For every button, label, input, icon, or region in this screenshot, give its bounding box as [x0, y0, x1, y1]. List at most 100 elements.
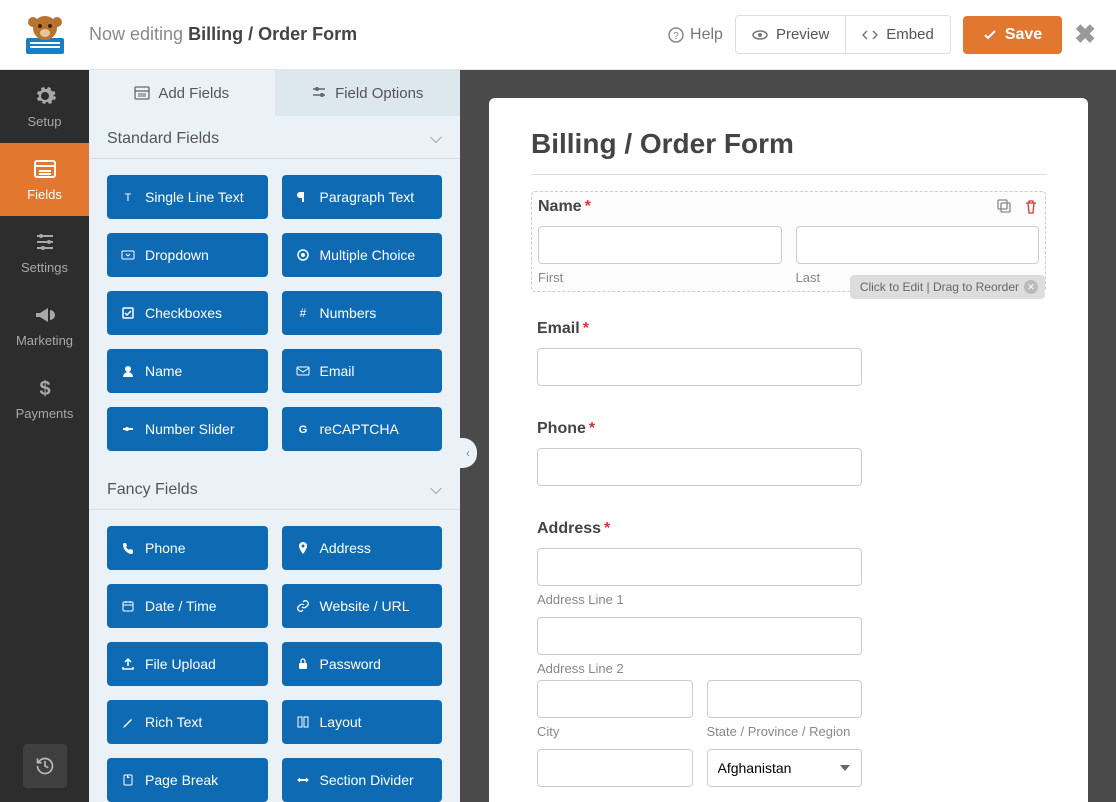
- sidenav-payments[interactable]: $ Payments: [0, 362, 89, 435]
- field-type-page-break[interactable]: Page Break: [107, 758, 268, 802]
- divider: [531, 174, 1046, 175]
- numbers-icon: #: [296, 306, 310, 320]
- city-sublabel: City: [537, 724, 693, 739]
- tab-add-fields[interactable]: Add Fields: [89, 70, 275, 116]
- layout-icon: [296, 715, 310, 729]
- sidenav-settings[interactable]: Settings: [0, 216, 89, 289]
- field-type-date-time[interactable]: Date / Time: [107, 584, 268, 628]
- field-phone-label: Phone*: [537, 420, 1040, 438]
- check-icon: [983, 28, 997, 42]
- field-type-dropdown[interactable]: Dropdown: [107, 233, 268, 277]
- field-email-label: Email*: [537, 320, 1040, 338]
- save-button[interactable]: Save: [963, 16, 1062, 54]
- sidenav-marketing[interactable]: Marketing: [0, 289, 89, 362]
- options-icon: [311, 85, 327, 101]
- edit-hint[interactable]: Click to Edit | Drag to Reorder ✕: [850, 275, 1045, 299]
- preview-button[interactable]: Preview: [735, 15, 846, 54]
- section-fancy-fields[interactable]: Fancy Fields ⌵: [89, 467, 460, 510]
- field-address-label: Address*: [537, 520, 1040, 538]
- field-type-layout[interactable]: Layout: [282, 700, 443, 744]
- field-type-number-slider[interactable]: Number Slider: [107, 407, 268, 451]
- field-email[interactable]: Email*: [531, 314, 1046, 392]
- fancy-field-grid: Phone Address Date / Time Website / URL File…: [89, 510, 460, 802]
- address-line1-input[interactable]: [537, 548, 862, 586]
- field-type-checkboxes[interactable]: Checkboxes: [107, 291, 268, 335]
- chevron-down-icon: ⌵: [430, 130, 442, 148]
- dollar-icon: $: [33, 376, 57, 400]
- editing-title: Now editing Billing / Order Form: [89, 24, 357, 45]
- app-logo: [0, 0, 89, 70]
- panel-tabs: Add Fields Field Options: [89, 70, 460, 116]
- field-name[interactable]: Name* First Last Click to Edit | Drag to…: [531, 191, 1046, 292]
- email-icon: [296, 364, 310, 378]
- restore-button[interactable]: [23, 744, 67, 788]
- svg-text:#: #: [299, 306, 306, 320]
- website-url-icon: [296, 599, 310, 613]
- svg-text:?: ?: [673, 31, 679, 42]
- svg-text:G: G: [298, 424, 307, 436]
- field-type-section-divider[interactable]: Section Divider: [282, 758, 443, 802]
- name-icon: [121, 364, 135, 378]
- address-line2-sublabel: Address Line 2: [537, 661, 1040, 676]
- address-line1-sublabel: Address Line 1: [537, 592, 1040, 607]
- panel-collapse-handle[interactable]: ‹: [459, 438, 477, 468]
- last-name-input[interactable]: [796, 226, 1040, 264]
- trash-icon[interactable]: [1023, 199, 1039, 215]
- single-line-text-icon: T: [121, 190, 135, 204]
- duplicate-icon[interactable]: [997, 199, 1013, 215]
- top-bar: Now editing Billing / Order Form ? Help …: [0, 0, 1116, 70]
- field-type-rich-text[interactable]: Rich Text: [107, 700, 268, 744]
- field-type-password[interactable]: Password: [282, 642, 443, 686]
- help-icon: ?: [668, 27, 684, 43]
- tab-field-options[interactable]: Field Options: [275, 70, 461, 116]
- bullhorn-icon: [33, 303, 57, 327]
- sidenav-fields[interactable]: Fields: [0, 143, 89, 216]
- field-address[interactable]: Address* Address Line 1 Address Line 2 C…: [531, 514, 1046, 793]
- field-type-single-line-text[interactable]: TSingle Line Text: [107, 175, 268, 219]
- field-phone[interactable]: Phone*: [531, 414, 1046, 492]
- city-input[interactable]: [537, 680, 693, 718]
- svg-text:$: $: [39, 378, 50, 400]
- close-icon[interactable]: ✖: [1074, 19, 1096, 50]
- address-icon: [296, 541, 310, 555]
- form-canvas: Billing / Order Form Name* First Last Cl…: [489, 98, 1088, 802]
- eye-icon: [752, 27, 768, 43]
- hint-close-icon[interactable]: ✕: [1024, 280, 1038, 294]
- fields-panel: Add Fields Field Options Standard Fields…: [89, 70, 460, 802]
- sidenav-setup[interactable]: Setup: [0, 70, 89, 143]
- checkboxes-icon: [121, 306, 135, 320]
- phone-icon: [121, 541, 135, 555]
- file-upload-icon: [121, 657, 135, 671]
- form-name: Billing / Order Form: [188, 24, 357, 44]
- field-type-website-url[interactable]: Website / URL: [282, 584, 443, 628]
- form-icon: [33, 157, 57, 181]
- field-type-phone[interactable]: Phone: [107, 526, 268, 570]
- postal-input[interactable]: [537, 749, 693, 787]
- field-type-recaptcha[interactable]: GreCAPTCHA: [282, 407, 443, 451]
- address-line2-input[interactable]: [537, 617, 862, 655]
- paragraph-text-icon: [296, 190, 310, 204]
- code-icon: [862, 27, 878, 43]
- field-type-name[interactable]: Name: [107, 349, 268, 393]
- first-name-input[interactable]: [538, 226, 782, 264]
- multiple-choice-icon: [296, 248, 310, 262]
- state-input[interactable]: [707, 680, 863, 718]
- help-link[interactable]: ? Help: [668, 26, 723, 44]
- svg-text:T: T: [125, 192, 132, 204]
- field-type-multiple-choice[interactable]: Multiple Choice: [282, 233, 443, 277]
- field-type-address[interactable]: Address: [282, 526, 443, 570]
- field-type-numbers[interactable]: #Numbers: [282, 291, 443, 335]
- recaptcha-icon: G: [296, 422, 310, 436]
- first-name-sublabel: First: [538, 270, 782, 285]
- field-type-file-upload[interactable]: File Upload: [107, 642, 268, 686]
- email-input[interactable]: [537, 348, 862, 386]
- add-field-icon: [134, 85, 150, 101]
- phone-input[interactable]: [537, 448, 862, 486]
- section-standard-fields[interactable]: Standard Fields ⌵: [89, 116, 460, 159]
- country-select[interactable]: Afghanistan: [707, 749, 863, 787]
- embed-button[interactable]: Embed: [846, 15, 951, 54]
- field-type-paragraph-text[interactable]: Paragraph Text: [282, 175, 443, 219]
- field-type-email[interactable]: Email: [282, 349, 443, 393]
- password-icon: [296, 657, 310, 671]
- rich-text-icon: [121, 715, 135, 729]
